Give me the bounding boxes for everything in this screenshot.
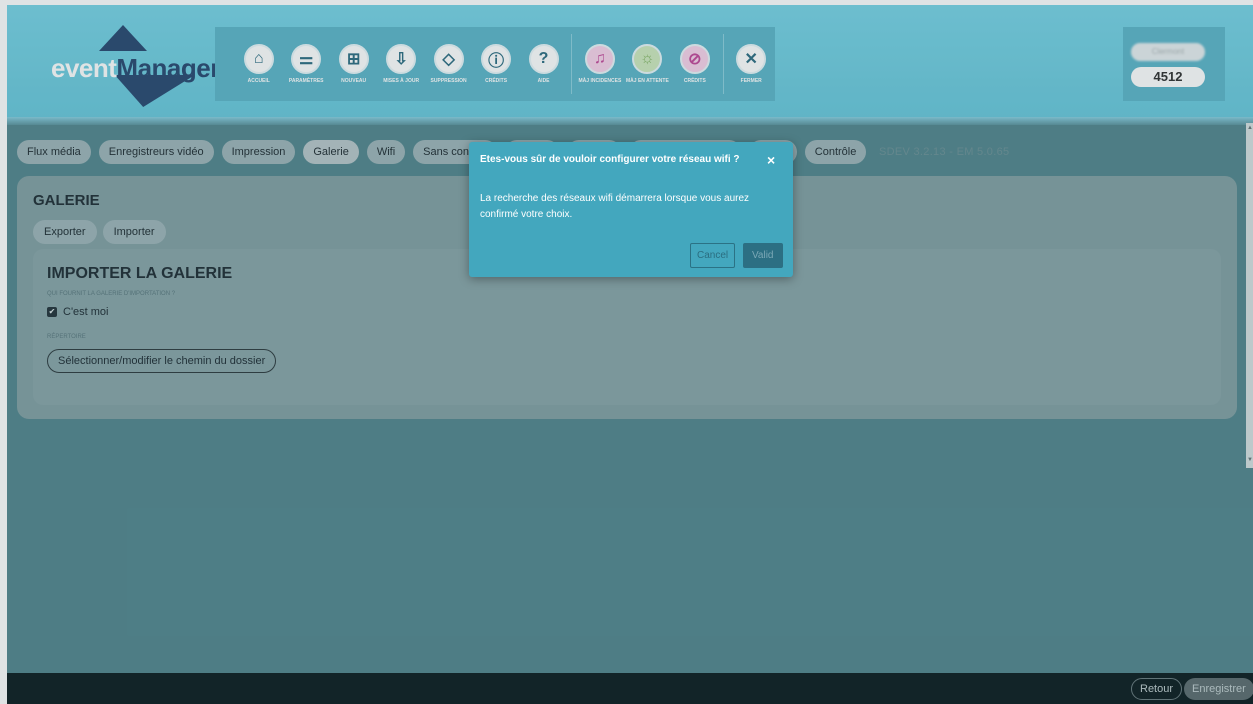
dialog-message: La recherche des réseaux wifi démarrera … — [480, 193, 750, 220]
close-icon[interactable]: × — [767, 152, 775, 168]
modal-overlay — [0, 0, 1253, 704]
valid-button[interactable]: Valid — [743, 243, 783, 268]
cancel-button[interactable]: Cancel — [690, 243, 736, 268]
dialog-title: Etes-vous sûr de vouloir configurer votr… — [480, 154, 740, 165]
wifi-confirm-dialog: Etes-vous sûr de vouloir configurer votr… — [469, 142, 793, 277]
